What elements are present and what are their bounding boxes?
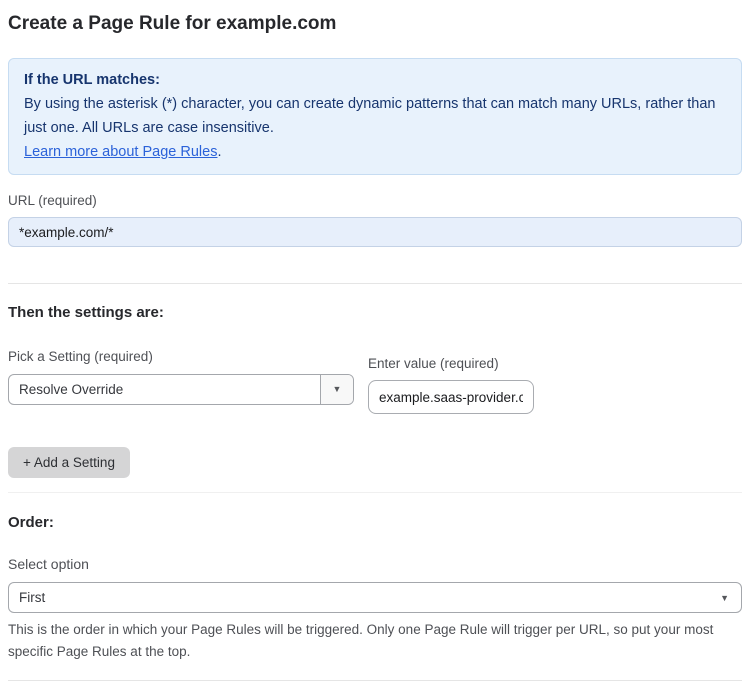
setting-picker-label: Pick a Setting (required): [8, 349, 153, 364]
value-field-label: Enter value (required): [368, 356, 499, 371]
setting-value-input[interactable]: [368, 380, 534, 414]
chevron-down-icon: ▼: [332, 384, 342, 394]
url-match-info-box: If the URL matches: By using the asteris…: [8, 58, 742, 175]
setting-select-value: Resolve Override: [19, 382, 124, 397]
info-box-body: By using the asterisk (*) character, you…: [24, 96, 716, 136]
section-divider: [8, 283, 742, 284]
add-setting-button[interactable]: + Add a Setting: [8, 447, 130, 478]
link-suffix-period: .: [217, 144, 222, 160]
section-divider: [8, 492, 742, 493]
setting-value-column: Enter value (required): [368, 348, 534, 414]
page-title: Create a Page Rule for example.com: [8, 13, 337, 34]
setting-picker-column: Pick a Setting (required) Resolve Overri…: [8, 348, 354, 405]
order-select-label: Select option: [8, 556, 89, 572]
info-box-heading: If the URL matches:: [24, 72, 160, 88]
section-divider: [8, 680, 742, 681]
setting-select-caret-button[interactable]: ▼: [320, 375, 353, 404]
settings-row: Pick a Setting (required) Resolve Overri…: [8, 348, 742, 414]
order-help-text: This is the order in which your Page Rul…: [8, 622, 714, 659]
chevron-down-icon: ▼: [720, 593, 729, 603]
url-field-label: URL (required): [8, 193, 97, 208]
setting-select[interactable]: Resolve Override ▼: [8, 374, 354, 405]
learn-more-link[interactable]: Learn more about Page Rules: [24, 144, 217, 160]
create-page-rule-form: Create a Page Rule for example.com If th…: [0, 0, 750, 691]
settings-section-heading: Then the settings are:: [8, 304, 164, 321]
order-select-value: First: [19, 590, 46, 605]
order-select[interactable]: First ▼: [8, 582, 742, 613]
order-section-heading: Order:: [8, 514, 54, 531]
url-input[interactable]: [8, 217, 742, 247]
info-box-link-line: Learn more about Page Rules.: [24, 140, 726, 164]
